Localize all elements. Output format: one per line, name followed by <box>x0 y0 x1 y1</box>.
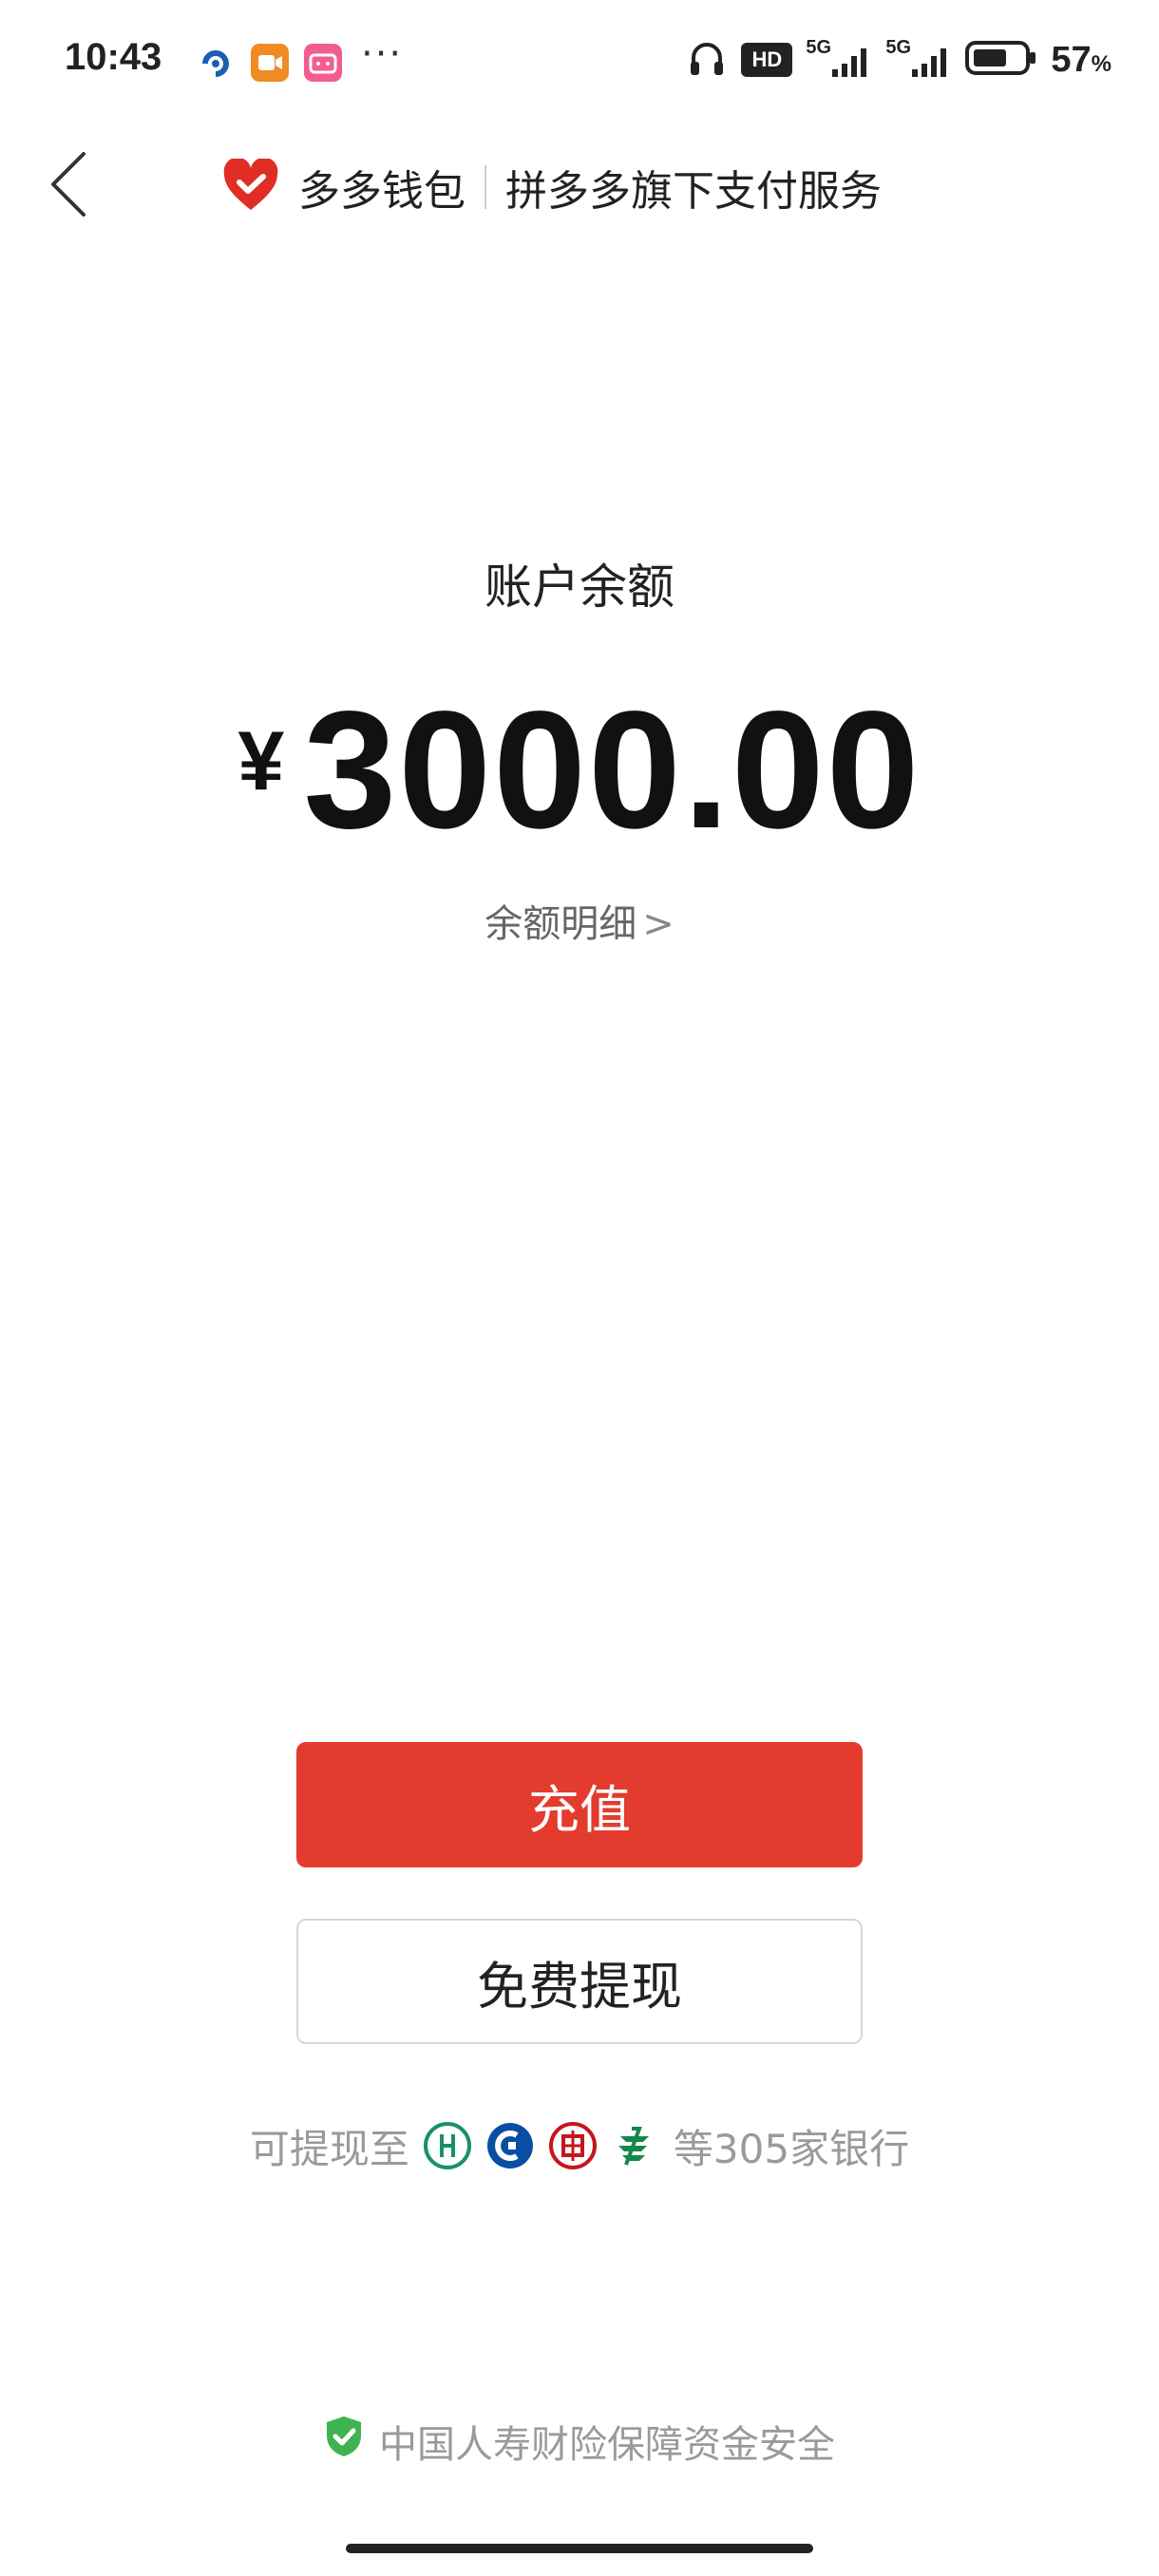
signal-icon-1: 5G <box>806 37 872 81</box>
postal-bank-icon <box>611 2121 660 2170</box>
app-notification-icon <box>200 47 232 80</box>
network-type: 5G <box>806 37 832 58</box>
brand: 多多钱包 拼多多旗下支付服务 <box>222 154 882 220</box>
chevron-left-icon <box>51 152 86 217</box>
more-notifications-icon: ··· <box>361 32 404 76</box>
currency-symbol: ¥ <box>238 713 285 807</box>
recharge-label: 充值 <box>528 1779 631 1840</box>
battery-value: 57 <box>1051 39 1092 80</box>
balance-label: 账户余额 <box>484 559 674 615</box>
status-time: 10:43 <box>65 36 162 78</box>
status-bar: 10:43 ··· HD 5G 5G 57% <box>0 0 1159 123</box>
wallet-heart-logo-icon <box>222 157 279 216</box>
icbc-bank-icon <box>548 2121 598 2170</box>
insurance-note: 中国人寿财险保障资金安全 <box>0 2413 1159 2470</box>
withdraw-label: 免费提现 <box>477 1956 682 2017</box>
shield-check-icon <box>324 2415 364 2468</box>
battery-percent: 57% <box>1051 40 1112 81</box>
network-type: 5G <box>885 37 912 58</box>
headphones-icon <box>686 37 728 84</box>
abc-bank-icon <box>423 2121 472 2170</box>
balance-amount: ¥3000.00 <box>0 674 1159 866</box>
app-header: 多多钱包 拼多多旗下支付服务 <box>0 123 1159 247</box>
battery-icon <box>965 39 1037 82</box>
ccb-bank-icon <box>485 2121 535 2170</box>
supported-banks: 可提现至 等305家银行 <box>0 2112 1159 2179</box>
brand-subtitle: 拼多多旗下支付服务 <box>505 167 882 216</box>
battery-unit: % <box>1091 50 1112 77</box>
status-right: HD 5G 5G 57% <box>686 36 1112 84</box>
balance-detail-label: 余额明细 <box>484 902 637 946</box>
bili-app-icon <box>304 44 342 82</box>
signal-icon-2: 5G <box>885 37 952 81</box>
insurance-text: 中国人寿财险保障资金安全 <box>379 2423 835 2467</box>
withdraw-button[interactable]: 免费提现 <box>296 1919 863 2044</box>
video-app-icon <box>251 44 289 82</box>
chevron-right-icon: > <box>642 902 674 946</box>
home-indicator[interactable] <box>346 2544 813 2553</box>
banks-suffix: 等305家银行 <box>673 2125 910 2172</box>
recharge-button[interactable]: 充值 <box>296 1742 863 1867</box>
brand-name: 多多钱包 <box>298 167 466 216</box>
balance-value: 3000.00 <box>303 677 922 863</box>
banks-prefix: 可提现至 <box>249 2125 409 2172</box>
balance-detail-link[interactable]: 余额明细 > <box>0 893 1159 948</box>
hd-icon: HD <box>741 43 793 77</box>
brand-divider <box>484 165 486 209</box>
back-button[interactable] <box>42 146 99 222</box>
